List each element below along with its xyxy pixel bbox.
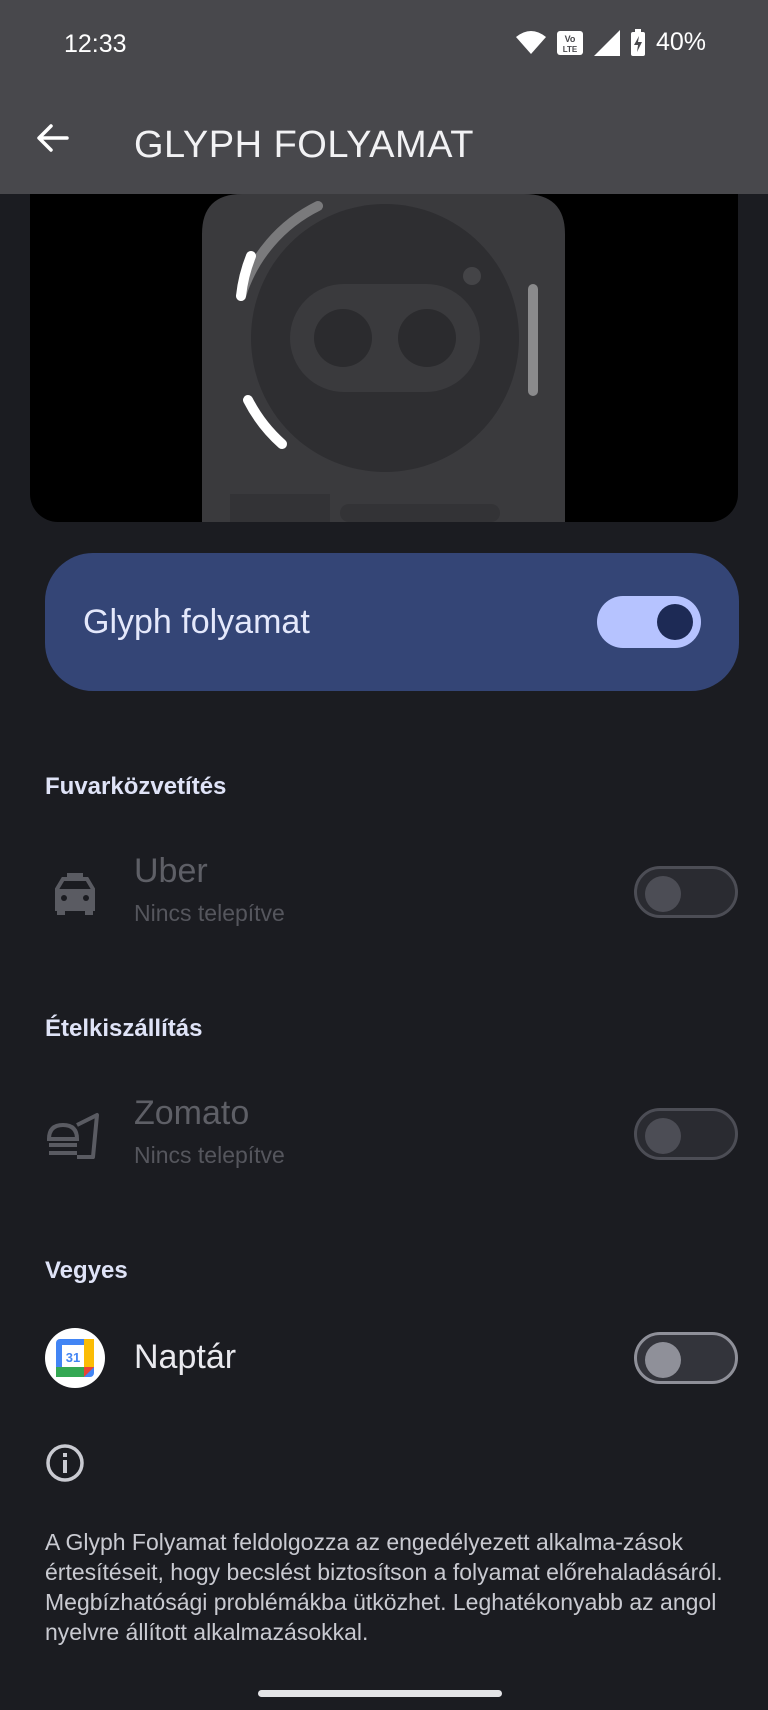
app-status: Nincs telepítve (134, 900, 285, 926)
master-toggle-label: Glyph folyamat (83, 603, 310, 641)
switch-knob (645, 1118, 681, 1154)
status-time: 12:33 (64, 30, 127, 58)
back-button[interactable] (30, 116, 74, 160)
wifi-icon (515, 30, 546, 55)
switch-knob (657, 604, 693, 640)
app-name: Uber (134, 852, 208, 890)
app-name: Naptár (134, 1338, 237, 1376)
battery-charging-icon (630, 28, 646, 57)
status-icons: Vo LTE 40% (515, 28, 706, 57)
home-indicator[interactable] (258, 1690, 502, 1697)
glyph-progress-master-toggle[interactable]: Glyph folyamat (45, 553, 739, 691)
glyph-illustration (30, 194, 738, 522)
uber-switch[interactable] (634, 866, 738, 918)
calendar-day: 31 (66, 1350, 80, 1365)
battery-percentage: 40% (655, 28, 706, 56)
info-icon (45, 1443, 85, 1483)
taxi-icon (45, 864, 105, 924)
svg-text:LTE: LTE (563, 45, 578, 54)
food-delivery-icon (45, 1106, 105, 1166)
back-arrow-icon (37, 124, 69, 152)
info-description: A Glyph Folyamat feldolgozza az engedély… (45, 1529, 723, 1645)
page-title: GLYPH FOLYAMAT (134, 124, 474, 166)
app-row-calendar[interactable]: 31 Naptár (0, 1306, 768, 1406)
calendar-switch[interactable] (634, 1332, 738, 1384)
switch-knob (645, 1342, 681, 1378)
app-row-zomato: Zomato Nincs telepítve (0, 1084, 768, 1184)
app-name: Zomato (134, 1094, 250, 1132)
app-row-uber: Uber Nincs telepítve (0, 842, 768, 942)
glyph-progress-settings-screen: 12:33 Vo LTE 40% GLYPH FOLYAMAT Glyph fo… (0, 0, 768, 1710)
calendar-icon: 31 (45, 1328, 105, 1388)
top-app-bar: 12:33 Vo LTE 40% GLYPH FOLYAMAT (0, 0, 768, 194)
master-switch[interactable] (597, 596, 701, 648)
section-title-misc: Vegyes (45, 1257, 128, 1284)
zomato-switch[interactable] (634, 1108, 738, 1160)
section-title-ride: Fuvarközvetítés (45, 773, 227, 800)
app-status: Nincs telepítve (134, 1142, 285, 1168)
switch-knob (645, 876, 681, 912)
signal-icon (593, 29, 620, 56)
svg-text:Vo: Vo (565, 34, 576, 44)
volte-icon: Vo LTE (556, 30, 584, 56)
section-title-food: Ételkiszállítás (45, 1015, 203, 1042)
